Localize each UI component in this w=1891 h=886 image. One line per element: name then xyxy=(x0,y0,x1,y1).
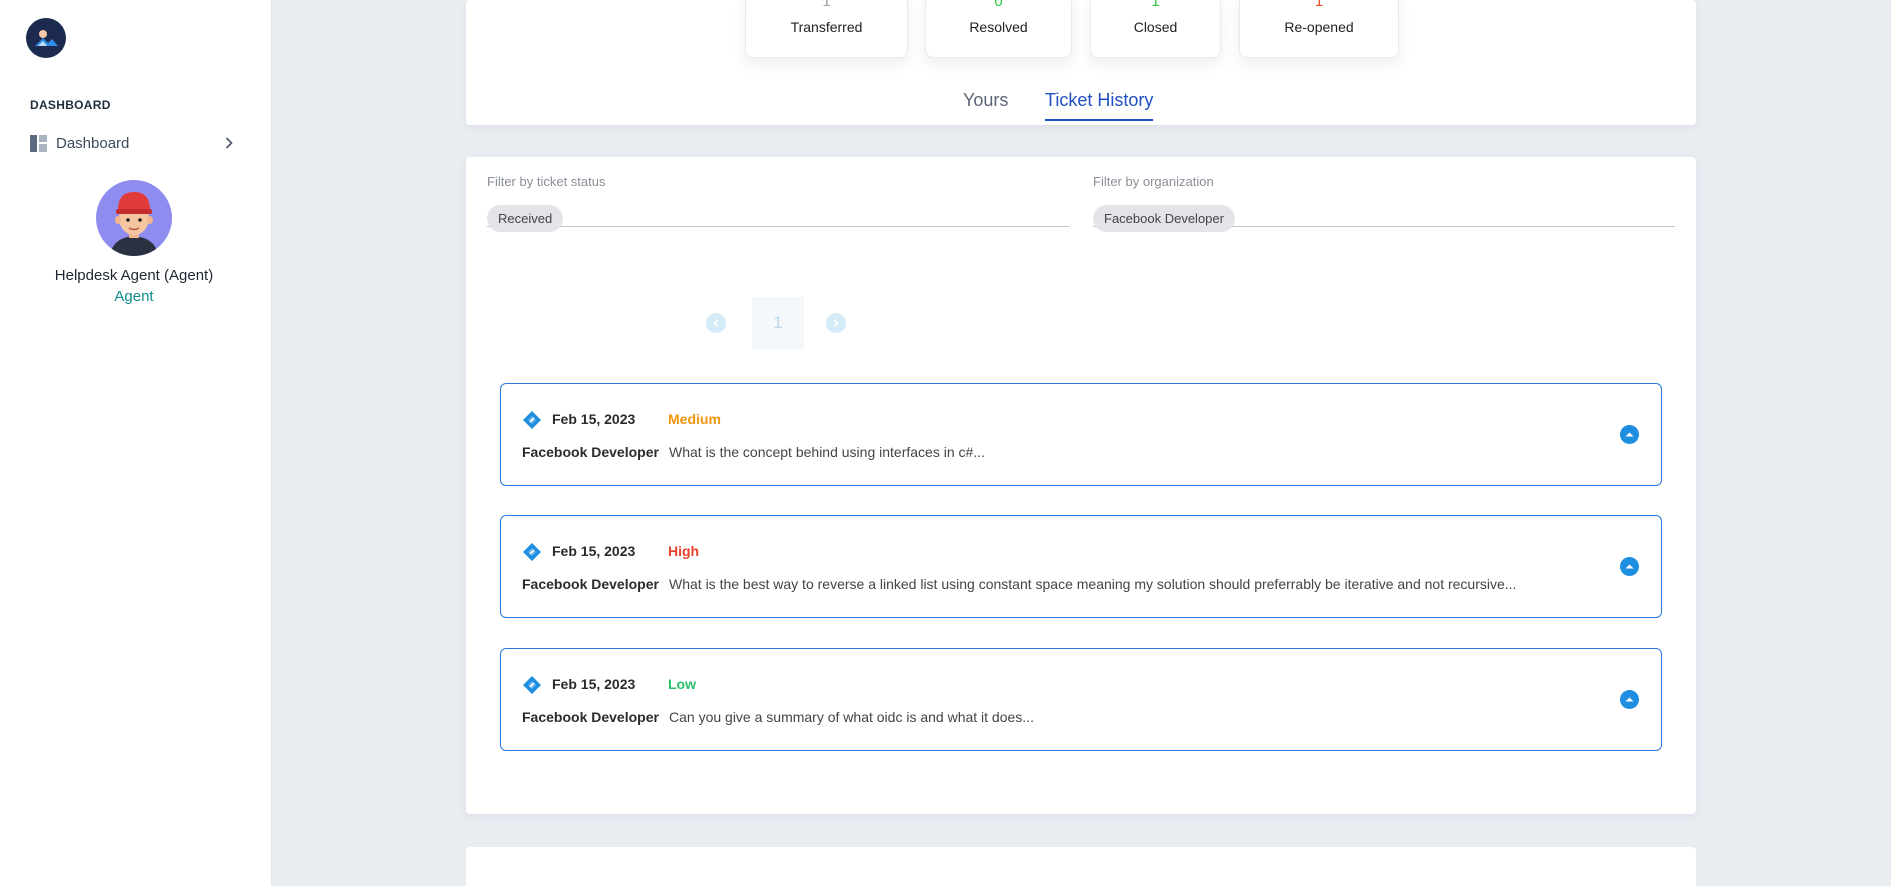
ticket-priority: Low xyxy=(668,676,696,692)
ticket-icon xyxy=(522,542,542,562)
chevron-left-icon xyxy=(713,319,719,327)
ticket-organization: Facebook Developer xyxy=(522,444,659,460)
previous-page-button[interactable] xyxy=(706,313,726,333)
chevron-up-icon xyxy=(1625,432,1634,437)
expand-ticket-button[interactable] xyxy=(1620,690,1639,709)
status-filter-chip[interactable]: Received xyxy=(487,205,564,232)
stat-resolved[interactable]: 0 Resolved xyxy=(925,0,1072,58)
stat-reopened[interactable]: 1 Re-opened xyxy=(1239,0,1399,58)
sidebar-item-label: Dashboard xyxy=(56,134,130,152)
stat-closed[interactable]: 1 Closed xyxy=(1090,0,1221,58)
tab-ticket-history[interactable]: Ticket History xyxy=(1045,90,1154,121)
stats-panel: 1 Transferred 0 Resolved 1 Closed 1 Re-o… xyxy=(466,0,1696,125)
page-number-button[interactable]: 1 xyxy=(752,297,804,349)
chevron-up-icon xyxy=(1625,697,1634,702)
organization-filter[interactable]: Filter by organization Facebook Develope… xyxy=(1093,169,1675,232)
app-logo[interactable] xyxy=(26,18,66,58)
expand-ticket-button[interactable] xyxy=(1620,425,1639,444)
ticket-subject: Can you give a summary of what oidc is a… xyxy=(669,709,1034,725)
stat-value: 0 xyxy=(926,0,1071,7)
stat-value: 1 xyxy=(1240,0,1398,7)
user-role: Agent xyxy=(114,288,154,305)
ticket-date: Feb 15, 2023 xyxy=(552,543,636,559)
ticket-subject: What is the concept behind using interfa… xyxy=(669,444,985,460)
ticket-organization: Facebook Developer xyxy=(522,709,659,725)
stat-label: Transferred xyxy=(790,19,863,35)
ticket-card[interactable]: Feb 15, 2023 Low Facebook Developer Can … xyxy=(500,648,1662,751)
stat-value: 1 xyxy=(1091,0,1220,7)
ticket-card[interactable]: Feb 15, 2023 High Facebook Developer Wha… xyxy=(500,515,1662,618)
ticket-priority: Medium xyxy=(668,411,721,427)
ticket-date: Feb 15, 2023 xyxy=(552,676,636,692)
ticket-priority: High xyxy=(668,543,700,559)
organization-filter-chip[interactable]: Facebook Developer xyxy=(1093,205,1235,232)
status-filter-label: Filter by ticket status xyxy=(487,174,606,189)
ticket-subject: What is the best way to reverse a linked… xyxy=(669,576,1517,592)
bottom-panel xyxy=(466,847,1696,886)
avatar xyxy=(96,180,172,256)
ticket-history-panel: Filter by ticket status Received Filter … xyxy=(466,157,1696,814)
stat-label: Re-opened xyxy=(1284,19,1354,35)
sidebar: DASHBOARD Dashboard Helpdesk Agent (Agen… xyxy=(0,0,272,886)
stat-value: 1 xyxy=(746,0,907,7)
stat-label: Resolved xyxy=(969,19,1028,35)
stat-label: Closed xyxy=(1133,19,1178,35)
dashboard-grid-icon xyxy=(30,134,47,152)
user-name: Helpdesk Agent (Agent) xyxy=(54,267,214,284)
status-filter[interactable]: Filter by ticket status Received xyxy=(487,169,1069,232)
organization-filter-label: Filter by organization xyxy=(1093,174,1214,189)
stat-transferred[interactable]: 1 Transferred xyxy=(745,0,908,58)
ticket-icon xyxy=(522,675,542,695)
ticket-icon xyxy=(522,410,542,430)
chevron-right-icon xyxy=(833,319,839,327)
ticket-date: Feb 15, 2023 xyxy=(552,411,636,427)
ticket-organization: Facebook Developer xyxy=(522,576,659,592)
tab-bar: Yours Ticket History xyxy=(466,90,1696,126)
ticket-card[interactable]: Feb 15, 2023 Medium Facebook Developer W… xyxy=(500,383,1662,486)
chevron-up-icon xyxy=(1625,564,1634,569)
next-page-button[interactable] xyxy=(826,313,846,333)
tab-yours[interactable]: Yours xyxy=(963,90,1008,119)
sidebar-item-dashboard[interactable]: Dashboard xyxy=(30,130,236,156)
chevron-right-icon xyxy=(222,136,236,150)
expand-ticket-button[interactable] xyxy=(1620,557,1639,576)
sidebar-section-title: DASHBOARD xyxy=(30,98,111,112)
